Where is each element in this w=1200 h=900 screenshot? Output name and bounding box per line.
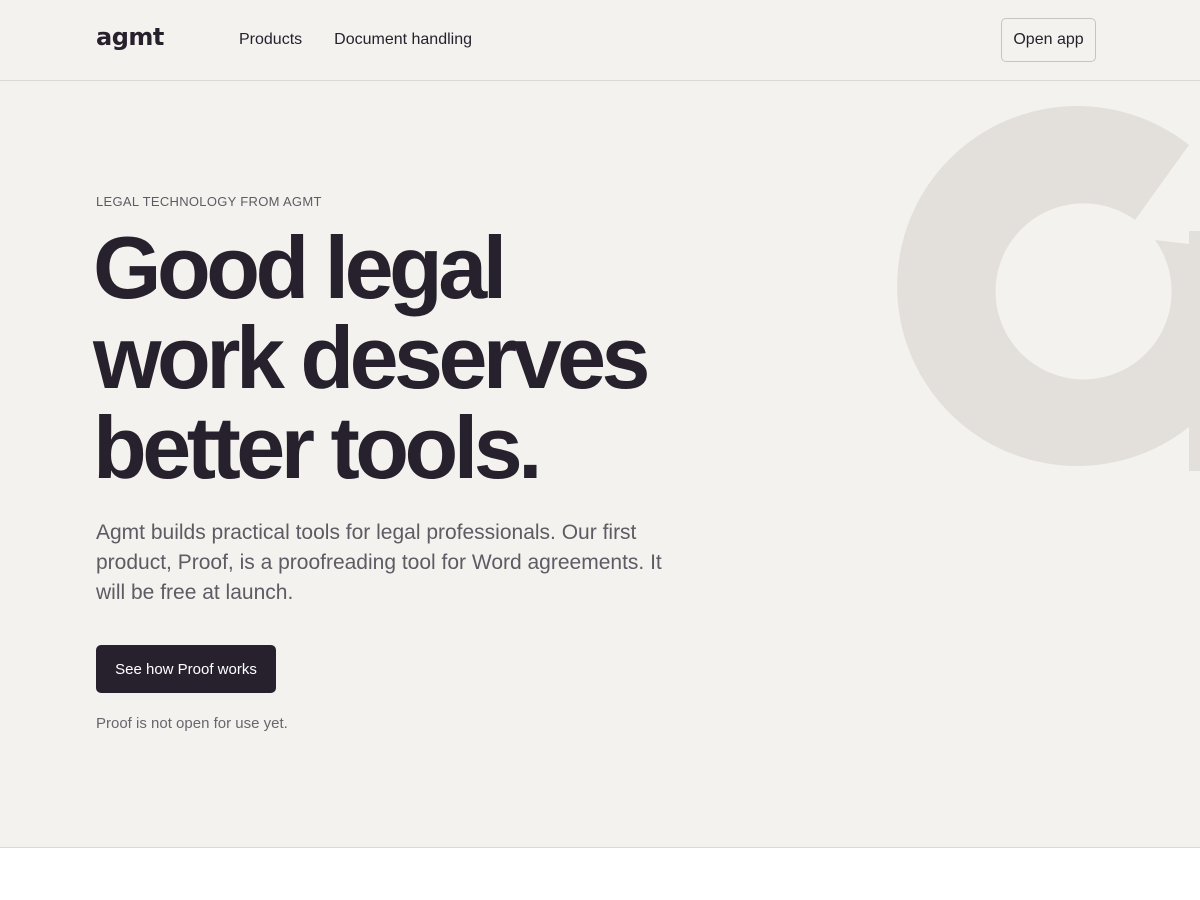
- availability-note: Proof is not open for use yet.: [96, 715, 288, 732]
- agmt-ring-mark-icon: [897, 105, 1200, 471]
- main-nav: Products Document handling: [239, 30, 472, 50]
- hero-title-line: work deserves: [93, 308, 651, 407]
- logo[interactable]: agmt: [96, 22, 164, 52]
- nav-link-document-handling[interactable]: Document handling: [334, 30, 472, 50]
- nav-link-products[interactable]: Products: [239, 30, 302, 50]
- site-header: agmt Products Document handling Open app: [0, 0, 1200, 81]
- hero-eyebrow: LEGAL TECHNOLOGY FROM AGMT: [96, 194, 322, 209]
- hero-title-line: Good legal: [93, 218, 507, 317]
- page: agmt Products Document handling Open app…: [0, 0, 1200, 900]
- hero-description: Agmt builds practical tools for legal pr…: [96, 521, 662, 604]
- hero-title: Good legal work deserves better tools.: [93, 223, 733, 493]
- see-how-proof-works-button[interactable]: See how Proof works: [96, 645, 276, 693]
- open-app-button[interactable]: Open app: [1001, 18, 1096, 62]
- hero-title-line: better tools.: [93, 398, 543, 497]
- hero-section: LEGAL TECHNOLOGY FROM AGMT Good legal wo…: [0, 81, 1200, 848]
- next-section: [0, 848, 1200, 900]
